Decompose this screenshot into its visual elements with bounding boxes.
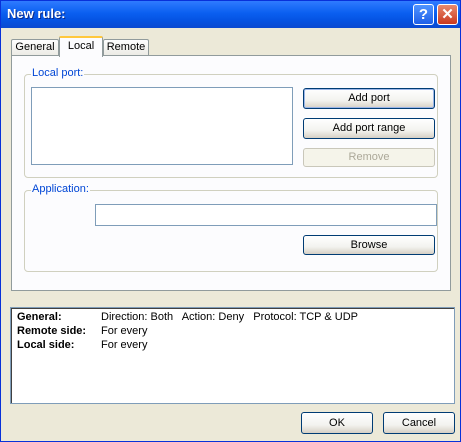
summary-label: General: bbox=[17, 311, 62, 323]
ok-button[interactable]: OK bbox=[301, 412, 373, 434]
remove-button[interactable]: Remove bbox=[303, 148, 435, 167]
window-title: New rule: bbox=[7, 6, 66, 21]
summary-value: Direction: Both Action: Deny Protocol: T… bbox=[101, 311, 358, 323]
help-button[interactable]: ? bbox=[413, 4, 434, 25]
application-path-input[interactable] bbox=[95, 204, 437, 226]
tab-general[interactable]: General bbox=[11, 39, 59, 55]
cancel-button[interactable]: Cancel bbox=[383, 412, 455, 434]
add-port-button[interactable]: Add port bbox=[303, 88, 435, 109]
tab-local[interactable]: Local bbox=[59, 36, 103, 57]
new-rule-dialog: New rule: ? ✕ General Local Remote Local… bbox=[0, 0, 461, 442]
rule-summary-panel: General: Direction: Both Action: Deny Pr… bbox=[10, 307, 455, 404]
local-port-list[interactable] bbox=[31, 87, 293, 165]
application-legend: Application: bbox=[31, 183, 90, 195]
close-icon: ✕ bbox=[441, 6, 454, 23]
summary-value: For every bbox=[101, 325, 148, 337]
local-port-group: Local port: Add port Add port range Remo… bbox=[24, 67, 438, 178]
local-port-legend: Local port: bbox=[31, 67, 85, 79]
title-bar[interactable]: New rule: ? ✕ bbox=[1, 1, 460, 28]
summary-value: For every bbox=[101, 339, 148, 351]
add-port-range-button[interactable]: Add port range bbox=[303, 118, 435, 139]
browse-button[interactable]: Browse bbox=[303, 235, 435, 255]
help-icon: ? bbox=[418, 6, 429, 23]
application-group: Application: Browse bbox=[24, 183, 438, 272]
tab-remote[interactable]: Remote bbox=[103, 39, 149, 55]
summary-label: Remote side: bbox=[17, 325, 87, 337]
summary-label: Local side: bbox=[17, 339, 75, 351]
close-button[interactable]: ✕ bbox=[437, 4, 458, 25]
tab-panel-local: Local port: Add port Add port range Remo… bbox=[11, 55, 451, 291]
